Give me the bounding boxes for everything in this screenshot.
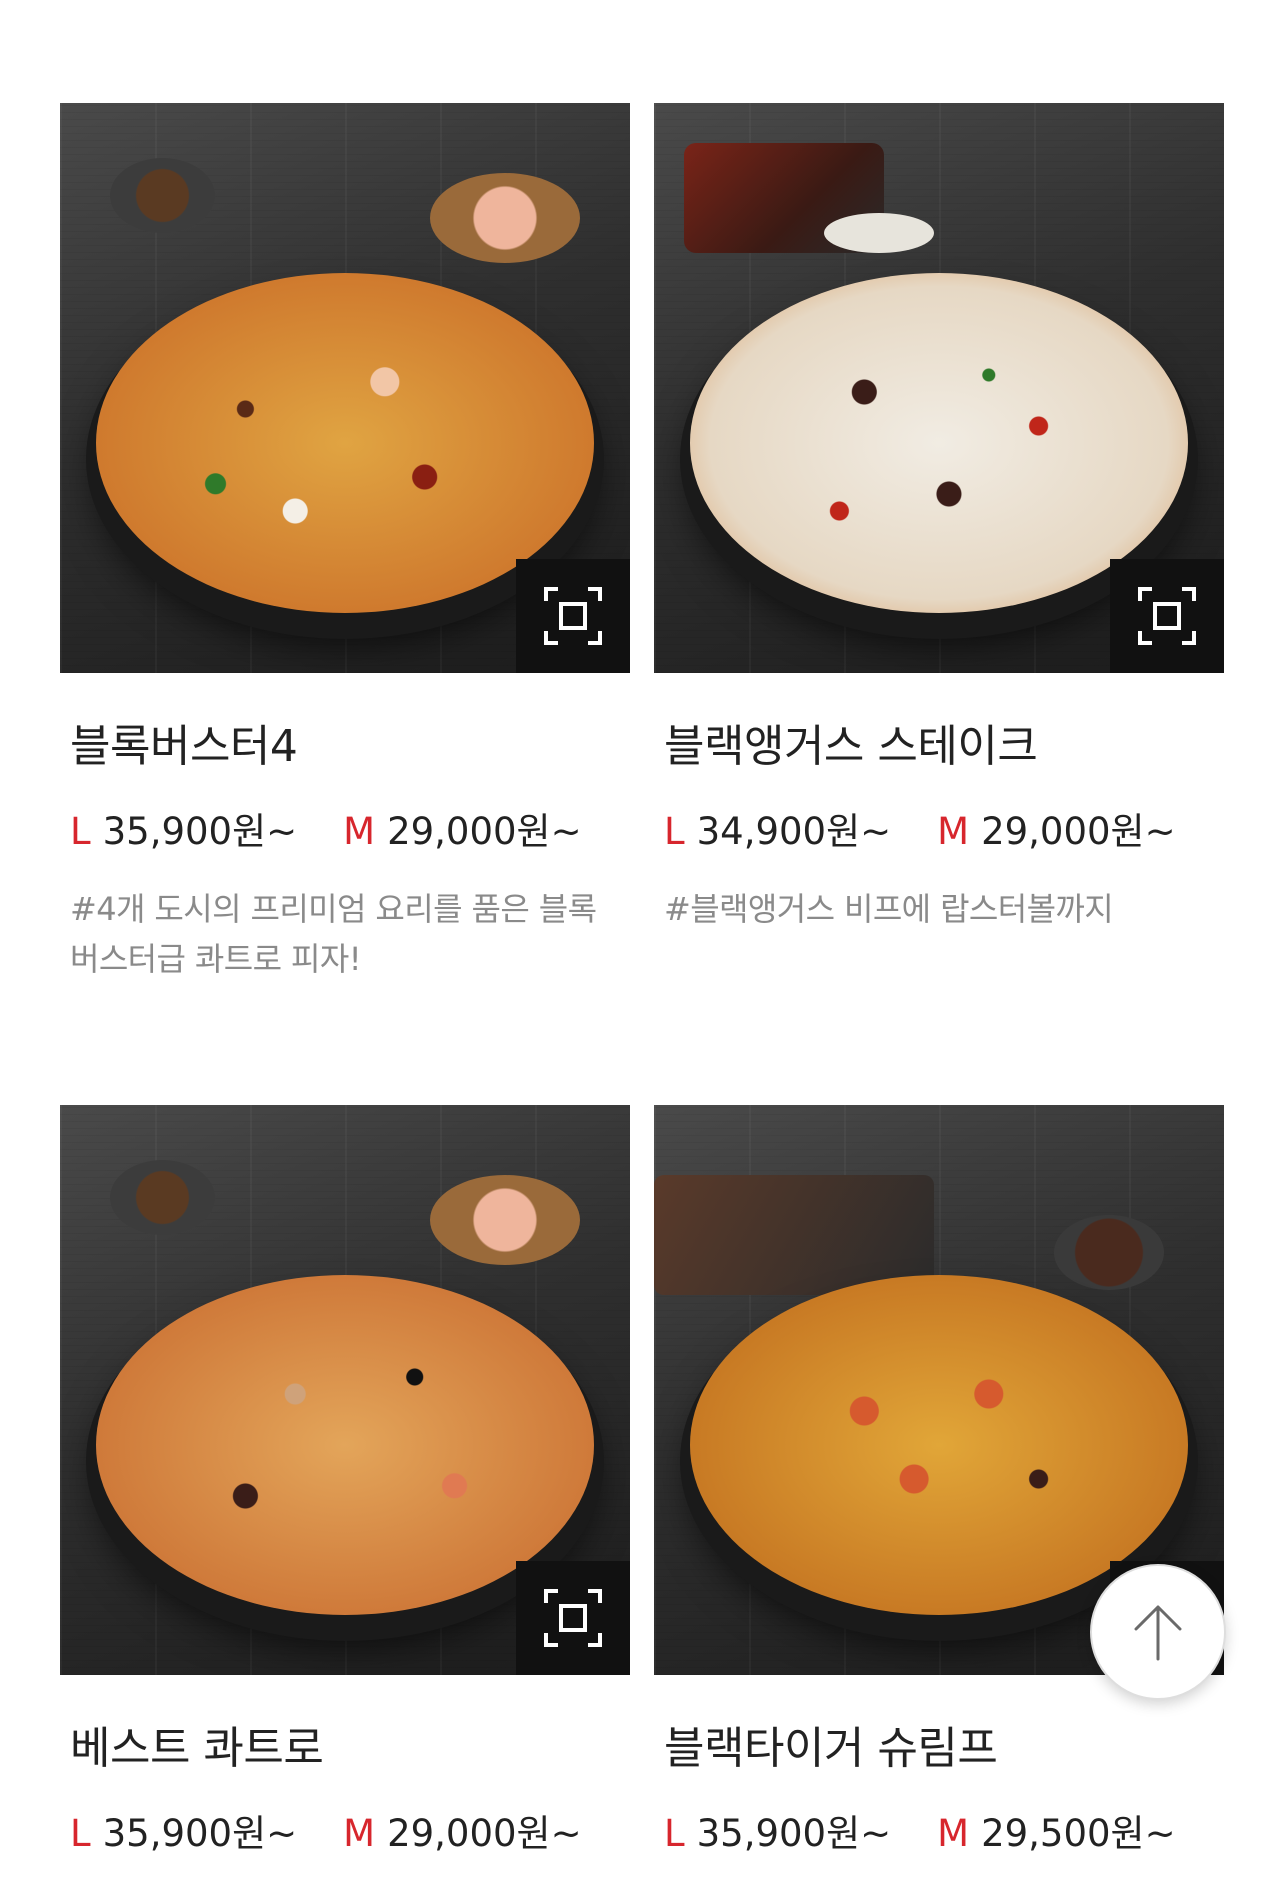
price-large: L 34,900원~ — [664, 810, 892, 853]
product-image[interactable] — [60, 103, 630, 673]
price-row: L 34,900원~ M 29,000원~ — [654, 813, 1224, 850]
product-image[interactable] — [654, 103, 1224, 673]
price-row: L 35,900원~ M 29,000원~ — [60, 813, 630, 850]
zoom-button[interactable] — [516, 1561, 630, 1675]
arrow-up-icon — [1134, 1605, 1182, 1661]
side-dish-image — [110, 158, 215, 233]
price-medium: M 29,000원~ — [937, 810, 1176, 853]
product-card-blockbuster4[interactable]: 블록버스터4 L 35,900원~ M 29,000원~ #4개 도시의 프리미엄 … — [60, 103, 630, 984]
price-row: L 35,900원~ M 29,500원~ — [654, 1815, 1224, 1852]
zoom-button[interactable] — [1110, 559, 1224, 673]
product-image[interactable] — [60, 1105, 630, 1675]
side-dish-image — [110, 1160, 215, 1235]
product-name[interactable]: 블랙타이거 슈림프 — [654, 1727, 1224, 1771]
product-card-black-tiger-shrimp[interactable]: 블랙타이거 슈림프 L 35,900원~ M 29,500원~ — [654, 1105, 1224, 1852]
zoom-button[interactable] — [516, 559, 630, 673]
product-description: #블랙앵거스 비프에 랍스터볼까지 — [664, 890, 1114, 928]
price-medium: M 29,000원~ — [343, 1812, 582, 1855]
price-row: L 35,900원~ M 29,000원~ — [60, 1815, 630, 1852]
side-dish-image — [824, 213, 934, 253]
side-dish-image — [430, 1175, 580, 1265]
zoom-frame-icon — [544, 587, 602, 645]
side-dish-image — [1054, 1215, 1164, 1290]
product-description: #4개 도시의 프리미엄 요리를 품은 블록버스터급 콰트로 피자! — [70, 890, 597, 978]
product-card-best-quattro[interactable]: 베스트 콰트로 L 35,900원~ M 29,000원~ — [60, 1105, 630, 1852]
product-name[interactable]: 블랙앵거스 스테이크 — [654, 725, 1224, 769]
price-medium: M 29,000원~ — [343, 810, 582, 853]
price-large: L 35,900원~ — [664, 1812, 892, 1855]
product-name[interactable]: 블록버스터4 — [60, 725, 630, 769]
side-dish-image — [430, 173, 580, 263]
product-card-black-angus-steak[interactable]: 블랙앵거스 스테이크 L 34,900원~ M 29,000원~ #블랙앵거스 비프… — [654, 103, 1224, 934]
scroll-to-top-button[interactable] — [1090, 1564, 1226, 1700]
price-medium: M 29,500원~ — [937, 1812, 1176, 1855]
price-large: L 35,900원~ — [70, 1812, 298, 1855]
zoom-frame-icon — [1138, 587, 1196, 645]
zoom-frame-icon — [544, 1589, 602, 1647]
price-large: L 35,900원~ — [70, 810, 298, 853]
product-name[interactable]: 베스트 콰트로 — [60, 1727, 630, 1771]
